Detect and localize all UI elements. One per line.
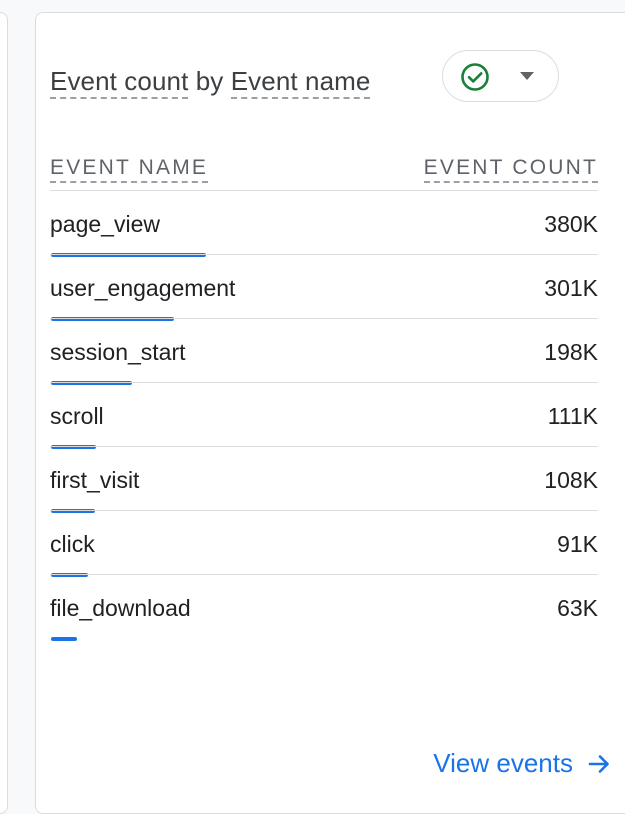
table-row[interactable]: scroll 111K [50,382,598,449]
event-count-cell: 63K [557,595,598,621]
table-row[interactable]: user_engagement 301K [50,254,598,321]
card-title: Event count by Event name [50,66,371,99]
event-count-bar [51,637,77,641]
event-count-cell: 111K [547,403,598,429]
caret-down-icon [520,72,534,80]
event-name-cell: scroll [50,403,104,429]
title-connector: by [188,66,231,96]
adjacent-card [0,12,8,814]
table-row[interactable]: page_view 380K [50,190,598,257]
event-name-cell: first_visit [50,467,140,493]
event-count-cell: 301K [544,275,598,301]
event-table: page_view 380K user_engagement 301K session_… [50,190,598,641]
event-name-cell: file_download [50,595,191,621]
dimension-label[interactable]: Event name [230,66,371,99]
table-row[interactable]: first_visit 108K [50,446,598,513]
view-events-label: View events [433,748,573,778]
view-events-link[interactable]: View events [433,748,611,779]
event-count-cell: 380K [544,211,598,237]
table-row[interactable]: click 91K [50,510,598,577]
check-circle-icon [461,63,489,91]
event-count-cell: 108K [544,467,598,493]
event-count-cell: 91K [557,531,598,557]
event-count-column-header[interactable]: EVENT COUNT [423,156,598,183]
arrow-right-icon [588,754,609,773]
table-row[interactable]: file_download 63K [50,574,598,641]
event-name-cell: user_engagement [50,275,236,301]
event-name-cell: click [50,531,95,557]
event-name-column-header[interactable]: EVENT NAME [50,156,209,183]
status-dropdown-button[interactable] [442,50,559,102]
event-name-cell: session_start [50,339,186,365]
event-count-cell: 198K [544,339,598,365]
table-row[interactable]: session_start 198K [50,318,598,385]
metric-label[interactable]: Event count [50,66,189,99]
event-name-cell: page_view [50,211,160,237]
